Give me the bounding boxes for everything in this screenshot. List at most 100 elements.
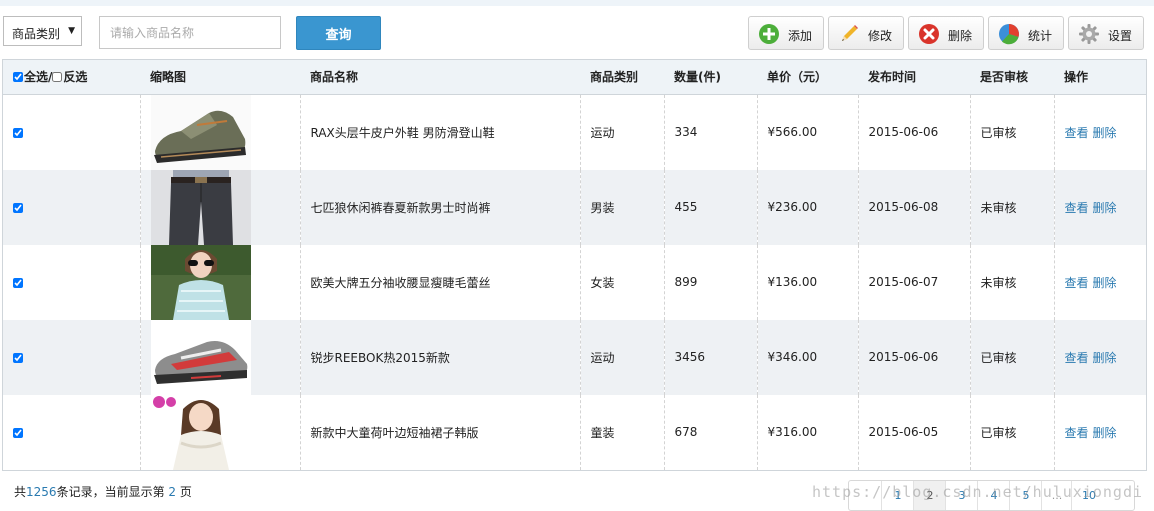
edit-button-label: 修改 [868,29,893,43]
settings-button[interactable]: 设置 [1068,16,1144,50]
delete-button-label: 删除 [948,29,973,43]
add-button-label: 添加 [788,29,813,43]
header-thumb: 缩略图 [140,60,300,95]
page-1[interactable]: 1 [881,481,914,510]
date-cell: 2015-06-06 [858,319,971,395]
product-thumbnail [150,94,251,170]
category-cell: 童装 [580,394,665,470]
category-cell: 运动 [580,94,665,170]
row-select-cell [3,319,141,395]
add-button[interactable]: 添加 [748,16,824,50]
page-5[interactable]: 5 [1009,481,1042,510]
qty-cell: 899 [664,244,758,320]
price-cell: ¥566.00 [757,94,859,170]
invert-select-label: 反选 [63,70,88,85]
total-count: 1256 [26,485,57,499]
edit-button[interactable]: 修改 [828,16,904,50]
ops-cell: 查看 删除 [1054,320,1146,395]
product-thumbnail [150,319,251,395]
header-category: 商品类别 [580,60,664,95]
delete-button[interactable]: 删除 [908,16,984,50]
row-checkbox[interactable] [13,427,23,438]
view-link[interactable]: 查看 [1065,126,1089,140]
row-select-cell [3,94,141,170]
invert-select-checkbox[interactable] [52,72,63,83]
category-cell: 运动 [580,319,665,395]
settings-button-label: 设置 [1108,29,1133,43]
thumb-cell [140,169,301,245]
product-thumbnail [150,169,251,245]
name-cell: 七匹狼休闲裤春夏新款男士时尚裤 [300,169,581,245]
header-qty: 数量(件) [664,60,757,95]
audit-cell: 未审核 [970,169,1055,245]
chevron-down-icon: ▼ [68,26,75,36]
date-cell: 2015-06-07 [858,244,971,320]
row-checkbox[interactable] [13,352,23,363]
category-cell: 男装 [580,169,665,245]
qty-cell: 455 [664,169,758,245]
price-cell: ¥346.00 [757,319,859,395]
header-date: 发布时间 [858,60,970,95]
page-ellipsis: ... [1041,481,1072,510]
stats-button-label: 统计 [1028,29,1053,43]
view-link[interactable]: 查看 [1065,351,1089,365]
page-2-current[interactable]: 2 [913,481,946,510]
view-link[interactable]: 查看 [1065,276,1089,290]
audit-cell: 已审核 [970,94,1055,170]
page-4[interactable]: 4 [977,481,1010,510]
header-audit: 是否审核 [970,60,1054,95]
ops-cell: 查看 删除 [1054,170,1146,245]
delete-link[interactable]: 删除 [1093,351,1117,365]
page-3[interactable]: 3 [945,481,978,510]
thumb-cell [140,319,301,395]
date-cell: 2015-06-06 [858,94,971,170]
view-link[interactable]: 查看 [1065,201,1089,215]
name-cell: 新款中大童荷叶边短袖裙子韩版 [300,394,581,470]
row-checkbox[interactable] [13,202,23,213]
header-name: 商品名称 [300,60,580,95]
row-checkbox[interactable] [13,277,23,288]
thumb-cell [140,394,301,470]
delete-link[interactable]: 删除 [1093,276,1117,290]
record-summary: 共1256条记录，当前显示第 2 页 [14,483,192,500]
date-cell: 2015-06-08 [858,169,971,245]
row-select-cell [3,394,141,470]
qty-cell: 3456 [664,319,758,395]
summary-prefix: 共 [14,485,27,499]
query-button[interactable]: 查询 [296,16,381,50]
header-price: 单价（元） [757,60,858,95]
table-header-row: 全选/反选 缩略图 商品名称 商品类别 数量(件) 单价（元） 发布时间 是否审… [3,60,1146,95]
current-page-number: 2 [168,485,177,499]
product-table: 全选/反选 缩略图 商品名称 商品类别 数量(件) 单价（元） 发布时间 是否审… [2,59,1147,471]
stats-button[interactable]: 统计 [988,16,1064,50]
category-select[interactable]: 商品类别 ▼ [3,16,82,46]
row-checkbox[interactable] [13,127,23,138]
delete-link[interactable]: 删除 [1093,126,1117,140]
delete-link[interactable]: 删除 [1093,201,1117,215]
qty-cell: 334 [664,94,758,170]
table-row: 新款中大童荷叶边短袖裙子韩版 童装 678 ¥316.00 2015-06-05… [3,394,1146,470]
thumb-cell [140,244,301,320]
gear-icon [1079,24,1099,44]
top-strip [0,0,1154,6]
category-select-value: 商品类别 [12,27,61,41]
ops-cell: 查看 删除 [1054,94,1146,170]
search-input[interactable] [99,16,281,49]
summary-suffix: 页 [179,485,192,499]
summary-mid: 条记录，当前显示第 [56,485,165,499]
view-link[interactable]: 查看 [1065,426,1089,440]
audit-cell: 已审核 [970,394,1055,470]
name-cell: 锐步REEBOK热2015新款 [300,319,581,395]
header-select: 全选/反选 [3,60,140,95]
table-row: 七匹狼休闲裤春夏新款男士时尚裤 男装 455 ¥236.00 2015-06-0… [3,169,1146,245]
page-10[interactable]: 10 [1071,481,1106,510]
select-all-checkbox[interactable] [13,72,23,83]
toolbar: 商品类别 ▼ 查询 添加 修改 删除 统计 [0,14,1154,54]
delete-link[interactable]: 删除 [1093,426,1117,440]
price-cell: ¥316.00 [757,394,859,470]
audit-cell: 未审核 [970,244,1055,320]
ops-cell: 查看 删除 [1054,245,1146,320]
qty-cell: 678 [664,394,758,470]
select-all-label: 全选/ [24,70,53,85]
price-cell: ¥136.00 [757,244,859,320]
